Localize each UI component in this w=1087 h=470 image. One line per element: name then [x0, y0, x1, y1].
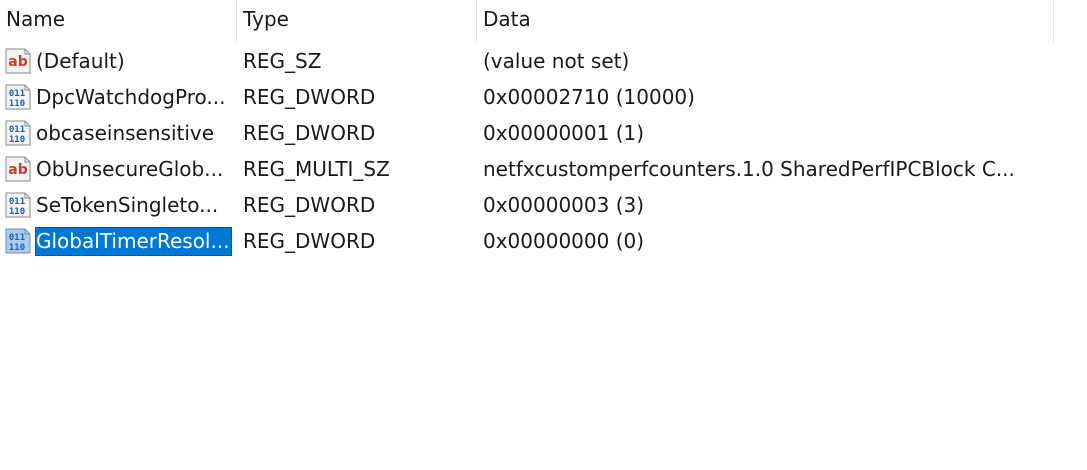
- binary-value-icon: 011 110: [3, 82, 33, 112]
- type-cell: REG_SZ: [243, 49, 322, 73]
- value-data: netfxcustomperfcounters.1.0 SharedPerfIP…: [483, 157, 1015, 181]
- svg-text:110: 110: [9, 135, 25, 145]
- string-value-icon: ab: [3, 46, 33, 76]
- binary-value-icon: 011 110: [3, 226, 33, 256]
- value-data: (value not set): [483, 49, 630, 73]
- name-cell: 011 110 GlobalTimerResol...: [0, 223, 237, 259]
- table-row-selected[interactable]: 011 110 GlobalTimerResol... REG_DWORD 0x…: [0, 223, 1087, 259]
- column-header-type[interactable]: Type: [237, 0, 477, 42]
- value-name: GlobalTimerResol...: [35, 226, 232, 256]
- type-cell: REG_DWORD: [243, 121, 376, 145]
- name-cell: 011 110 obcaseinsensitive: [0, 115, 237, 151]
- binary-value-icon: 011 110: [3, 190, 33, 220]
- data-cell: netfxcustomperfcounters.1.0 SharedPerfIP…: [477, 151, 1054, 187]
- svg-text:110: 110: [9, 207, 25, 217]
- value-name: DpcWatchdogPro...: [36, 84, 226, 109]
- value-name: obcaseinsensitive: [36, 120, 215, 145]
- svg-text:011: 011: [9, 89, 25, 99]
- table-row[interactable]: ab ObUnsecureGlob... REG_MULTI_SZ netfxc…: [0, 151, 1087, 187]
- name-cell: ab (Default): [0, 43, 237, 79]
- value-data: 0x00000000 (0): [483, 229, 645, 253]
- svg-text:011: 011: [9, 125, 25, 135]
- name-cell: 011 110 DpcWatchdogPro...: [0, 79, 237, 115]
- column-header-name-label: Name: [6, 7, 66, 31]
- type-cell: REG_DWORD: [243, 193, 376, 217]
- list-rows: ab (Default) REG_SZ (value not set) 011 …: [0, 43, 1087, 259]
- svg-text:ab: ab: [8, 54, 27, 70]
- type-cell: REG_MULTI_SZ: [243, 157, 390, 181]
- registry-values-list[interactable]: Name Type Data ab (Default) REG_SZ (valu…: [0, 0, 1087, 470]
- type-cell: REG_DWORD: [243, 229, 376, 253]
- name-cell: 011 110 SeTokenSingleto...: [0, 187, 237, 223]
- value-name: (Default): [36, 48, 125, 73]
- svg-text:011: 011: [9, 197, 25, 207]
- table-row[interactable]: ab (Default) REG_SZ (value not set): [0, 43, 1087, 79]
- svg-text:ab: ab: [8, 162, 27, 178]
- string-value-icon: ab: [3, 154, 33, 184]
- table-row[interactable]: 011 110 SeTokenSingleto... REG_DWORD 0x0…: [0, 187, 1087, 223]
- data-cell: (value not set): [477, 43, 1054, 79]
- type-cell: REG_DWORD: [243, 85, 376, 109]
- value-name: ObUnsecureGlob...: [36, 156, 224, 181]
- table-row[interactable]: 011 110 obcaseinsensitive REG_DWORD 0x00…: [0, 115, 1087, 151]
- value-data: 0x00000003 (3): [483, 193, 645, 217]
- list-header: Name Type Data: [0, 0, 1054, 42]
- value-name: SeTokenSingleto...: [36, 192, 219, 217]
- svg-text:011: 011: [9, 233, 25, 243]
- data-cell: 0x00002710 (10000): [477, 79, 1054, 115]
- svg-text:110: 110: [9, 243, 25, 253]
- data-cell: 0x00000000 (0): [477, 223, 1054, 259]
- value-data: 0x00000001 (1): [483, 121, 645, 145]
- name-cell: ab ObUnsecureGlob...: [0, 151, 237, 187]
- column-header-data[interactable]: Data: [477, 0, 1054, 42]
- column-header-data-label: Data: [483, 7, 531, 31]
- data-cell: 0x00000001 (1): [477, 115, 1054, 151]
- table-row[interactable]: 011 110 DpcWatchdogPro... REG_DWORD 0x00…: [0, 79, 1087, 115]
- column-header-type-label: Type: [243, 7, 289, 31]
- column-header-name[interactable]: Name: [0, 0, 237, 42]
- svg-text:110: 110: [9, 99, 25, 109]
- value-data: 0x00002710 (10000): [483, 85, 695, 109]
- binary-value-icon: 011 110: [3, 118, 33, 148]
- data-cell: 0x00000003 (3): [477, 187, 1054, 223]
